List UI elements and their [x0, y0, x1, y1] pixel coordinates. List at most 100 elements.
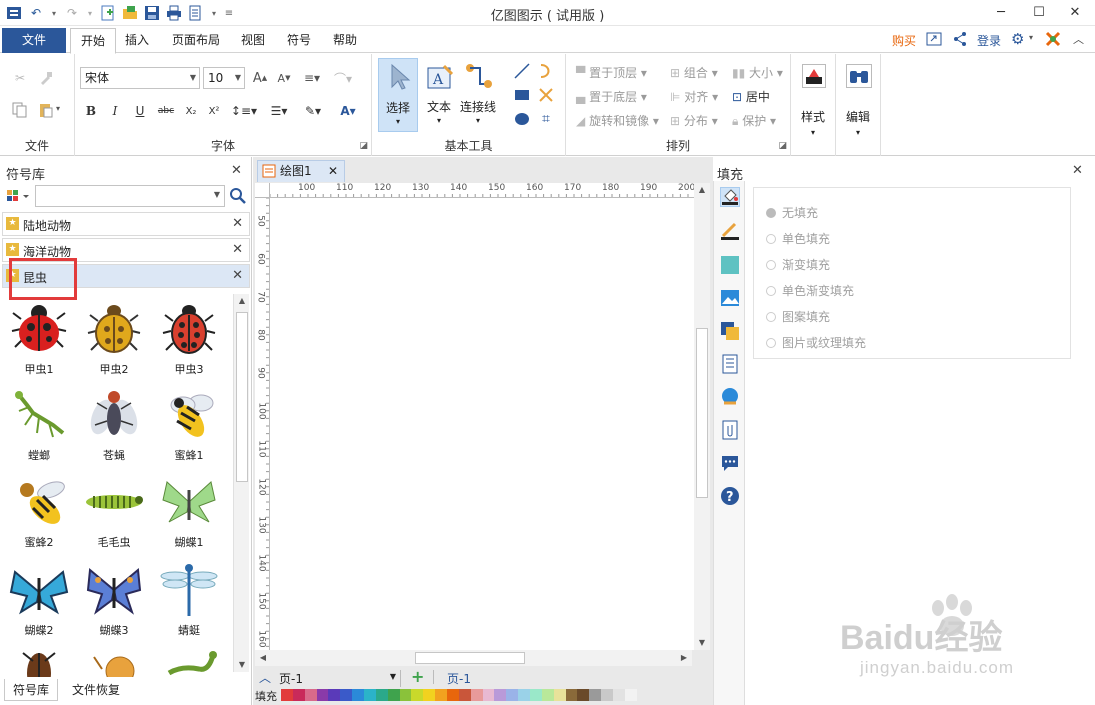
- close-fill-panel-icon[interactable]: ✕: [1072, 163, 1083, 178]
- scroll-down-icon[interactable]: ▼: [694, 636, 710, 650]
- theme-icon[interactable]: [1045, 31, 1061, 50]
- canvas-horizontal-scrollbar[interactable]: ◀ ▶: [255, 650, 692, 666]
- highlight-color-icon[interactable]: ✎▾: [299, 101, 327, 121]
- edit-button[interactable]: 编辑 ▾: [836, 54, 881, 156]
- italic-icon[interactable]: I: [107, 101, 123, 121]
- search-input[interactable]: ▼: [35, 185, 225, 207]
- scrollbar-thumb[interactable]: [415, 652, 525, 664]
- fill-icon[interactable]: [720, 187, 740, 207]
- fill-option-gradient[interactable]: 渐变填充: [766, 256, 830, 273]
- protect-button[interactable]: 🔒︎ 保护 ▾: [732, 112, 776, 129]
- close-tab-icon[interactable]: ✕: [328, 161, 338, 181]
- hyperlink-icon[interactable]: [720, 387, 740, 407]
- shrink-font-icon[interactable]: A ▼: [274, 68, 294, 88]
- style-button[interactable]: 样式 ▾: [791, 54, 836, 156]
- canvas-page[interactable]: [270, 198, 694, 650]
- share-icon[interactable]: [952, 31, 968, 50]
- tab-view[interactable]: 视图: [231, 28, 275, 53]
- fill-option-pattern[interactable]: 图案填充: [766, 308, 830, 325]
- line-spacing-icon[interactable]: ↕≡▾: [230, 101, 258, 121]
- add-page-icon[interactable]: +: [411, 667, 424, 686]
- close-panel-icon[interactable]: ✕: [231, 163, 242, 178]
- close-category-icon[interactable]: ✕: [232, 216, 243, 231]
- document-tab[interactable]: 绘图1 ✕: [257, 160, 345, 182]
- tab-help[interactable]: 帮助: [323, 28, 367, 53]
- arrange-dialog-launcher-icon[interactable]: ◪: [778, 141, 787, 151]
- settings-dropdown-icon[interactable]: ▾: [1029, 33, 1033, 42]
- scrollbar-thumb[interactable]: [236, 312, 248, 482]
- subscript-icon[interactable]: X₂: [182, 101, 200, 121]
- close-category-icon[interactable]: ✕: [232, 268, 243, 283]
- login-link[interactable]: 登录: [977, 32, 1001, 49]
- font-color-icon[interactable]: A▾: [335, 101, 361, 121]
- attachment-icon[interactable]: [720, 420, 740, 440]
- tab-page-layout[interactable]: 页面布局: [162, 28, 230, 53]
- close-category-icon[interactable]: ✕: [232, 242, 243, 257]
- symbol-mantis[interactable]: 螳螂: [3, 385, 75, 463]
- image-icon[interactable]: [720, 288, 740, 308]
- symbol-caterpillar[interactable]: 毛毛虫: [78, 472, 150, 550]
- symbol-dragonfly[interactable]: 蜻蜓: [153, 560, 225, 638]
- page-properties-icon[interactable]: [720, 354, 740, 374]
- scroll-up-icon[interactable]: ▲: [694, 183, 710, 197]
- canvas-vertical-scrollbar[interactable]: ▲ ▼: [694, 183, 710, 650]
- help-icon[interactable]: ?: [720, 486, 740, 506]
- symbol-partial-2[interactable]: [78, 647, 150, 677]
- center-button[interactable]: ⊡ 居中: [732, 88, 770, 105]
- underline-icon[interactable]: U: [132, 101, 148, 121]
- maximize-icon[interactable]: ☐: [1024, 2, 1054, 22]
- settings-gear-icon[interactable]: ⚙: [1011, 30, 1024, 48]
- font-name-select[interactable]: 宋体 ▼: [80, 67, 200, 89]
- line-tool-icon[interactable]: [512, 62, 532, 80]
- palette-swatches[interactable]: [281, 689, 637, 701]
- fill-option-single-gradient[interactable]: 单色渐变填充: [766, 282, 854, 299]
- rotate-mirror-button[interactable]: ◢ 旋转和镜像 ▾: [576, 112, 659, 129]
- paste-dropdown-icon[interactable]: ▾: [56, 104, 60, 113]
- font-dialog-launcher-icon[interactable]: ◪: [359, 141, 368, 151]
- superscript-icon[interactable]: X²: [205, 101, 223, 121]
- fill-option-none[interactable]: 无填充: [766, 204, 818, 221]
- symbol-fly[interactable]: 苍蝇: [78, 385, 150, 463]
- symbol-butterfly-1[interactable]: 蝴蝶1: [153, 472, 225, 550]
- symbol-partial-3[interactable]: [153, 647, 225, 677]
- scrollbar-thumb[interactable]: [696, 328, 708, 498]
- symbol-bee-2[interactable]: 蜜蜂2: [3, 472, 75, 550]
- format-painter-icon[interactable]: [36, 68, 56, 88]
- bring-to-front-button[interactable]: ▀ 置于顶层 ▾: [576, 64, 647, 81]
- symbol-beetle-3[interactable]: 甲虫3: [153, 299, 225, 377]
- symbol-partial-1[interactable]: [3, 647, 75, 677]
- symbol-butterfly-3[interactable]: 蝴蝶3: [78, 560, 150, 638]
- fill-option-solid[interactable]: 单色填充: [766, 230, 830, 247]
- crop-tool-icon[interactable]: ⌗: [536, 110, 556, 128]
- fill-option-picture[interactable]: 图片或纹理填充: [766, 334, 866, 351]
- line-style-icon[interactable]: [720, 221, 740, 241]
- page-select[interactable]: 页-1 ▼: [279, 670, 401, 687]
- symbol-bee-1[interactable]: 蜜蜂1: [153, 385, 225, 463]
- search-icon[interactable]: [229, 186, 247, 206]
- group-button[interactable]: ⊞ 组合 ▾: [670, 64, 718, 81]
- grow-font-icon[interactable]: A ▲: [250, 68, 270, 88]
- text-align-icon[interactable]: ≡▾: [300, 68, 324, 88]
- font-size-select[interactable]: 10 ▼: [203, 67, 245, 89]
- tab-start[interactable]: 开始: [70, 28, 117, 54]
- align-button[interactable]: ⊫ 对齐 ▾: [670, 88, 718, 105]
- point-tool-icon[interactable]: [536, 86, 556, 104]
- minimize-icon[interactable]: ─: [986, 2, 1016, 22]
- close-window-icon[interactable]: ✕: [1060, 2, 1090, 22]
- scroll-down-icon[interactable]: ▼: [234, 658, 250, 672]
- symbol-beetle-2[interactable]: 甲虫2: [78, 299, 150, 377]
- layer-icon[interactable]: [720, 321, 740, 341]
- distribute-button[interactable]: ⊞ 分布 ▾: [670, 112, 718, 129]
- bullet-list-icon[interactable]: ☰▾: [265, 101, 293, 121]
- rectangle-tool-icon[interactable]: [512, 86, 532, 104]
- copy-icon[interactable]: [10, 100, 30, 120]
- tab-file[interactable]: 文件: [2, 28, 66, 53]
- tab-symbol[interactable]: 符号: [277, 28, 321, 53]
- collapse-ribbon-icon[interactable]: ︿: [1073, 31, 1084, 47]
- text-tool-button[interactable]: A 文本 ▾: [422, 58, 456, 132]
- arc-tool-icon[interactable]: [536, 62, 556, 80]
- tab-symbol-library[interactable]: 符号库: [4, 679, 59, 701]
- connector-tool-button[interactable]: 连接线 ▾: [458, 58, 498, 132]
- size-button[interactable]: ▮▮ 大小 ▾: [732, 64, 783, 81]
- text-direction-icon[interactable]: ⌒▾: [331, 68, 355, 88]
